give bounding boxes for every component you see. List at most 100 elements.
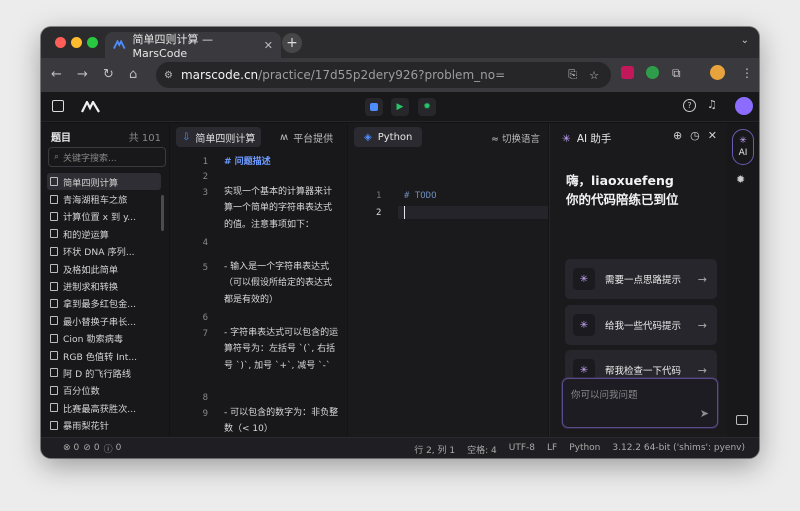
document-icon xyxy=(50,229,58,239)
description-text: 实现一个基本的计算器来计算一个简单的字符串表达式的值。注意事项如下： xyxy=(224,187,333,230)
minimize-window-button[interactable] xyxy=(71,37,82,48)
problem-list-item[interactable]: 拿到最多红包金... xyxy=(47,295,161,312)
browser-tab[interactable]: 简单四则计算 — MarsCode ✕ xyxy=(105,32,281,60)
ai-sparkle-icon: ✳ xyxy=(562,132,571,145)
switch-language-button[interactable]: ≈ 切换语言 xyxy=(491,131,540,145)
debug-bug-icon[interactable]: ✹ xyxy=(418,98,436,116)
line-number: 7 xyxy=(202,329,208,339)
problem-list-item[interactable]: 简单四则计算 xyxy=(47,173,161,191)
document-icon xyxy=(50,264,58,274)
close-window-button[interactable] xyxy=(55,37,66,48)
ai-question-input[interactable]: 你可以问我问题 ➤ xyxy=(562,378,718,428)
problem-list-item[interactable]: 阿 D 的飞行路线 xyxy=(47,364,161,381)
line-number: 9 xyxy=(202,409,208,419)
profile-avatar-icon[interactable] xyxy=(710,65,725,80)
problem-list-item[interactable]: 计算位置 x 到 y... xyxy=(47,208,161,225)
arrow-right-icon: → xyxy=(697,272,707,286)
address-bar[interactable]: ⚙ marscode.cn/practice/17d55p2dery926?pr… xyxy=(156,62,611,88)
line-number: 4 xyxy=(202,238,208,248)
description-tabs: ⇩ 简单四则计算 ʍ 平台提供 xyxy=(170,123,347,149)
close-icon[interactable]: ✕ xyxy=(708,129,717,142)
encoding[interactable]: UTF-8 xyxy=(509,443,535,456)
document-icon xyxy=(50,333,58,343)
help-icon[interactable]: ? xyxy=(683,99,696,112)
tab-problem[interactable]: ⇩ 简单四则计算 xyxy=(176,127,262,147)
marscode-logo-icon xyxy=(113,40,126,49)
send-icon[interactable]: ➤ xyxy=(700,407,709,420)
sparkle-icon: ✳ xyxy=(573,314,595,336)
warning-icon[interactable]: ⊘ xyxy=(83,443,91,453)
arrow-right-icon: → xyxy=(697,318,707,332)
download-arrow-icon: ⇩ xyxy=(182,131,191,143)
app-header: ▶ ✹ ? ♫ xyxy=(41,92,759,122)
code-editor[interactable] xyxy=(348,151,548,437)
tab-platform[interactable]: ʍ 平台提供 xyxy=(274,127,339,147)
tab-list-chevron-icon[interactable]: ⌄ xyxy=(741,35,749,46)
extensions-puzzle-icon[interactable]: ⧉ xyxy=(672,66,681,81)
language-mode[interactable]: Python xyxy=(569,443,600,456)
hint-code-button[interactable]: ✳ 给我一些代码提示 → xyxy=(565,305,717,345)
panel-layout-icon[interactable] xyxy=(736,415,748,425)
extension-download-icon[interactable] xyxy=(646,66,659,79)
bookmark-star-icon[interactable]: ☆ xyxy=(589,69,599,82)
debug-bug-icon[interactable]: ✹ xyxy=(736,173,745,186)
history-icon[interactable]: ◷ xyxy=(690,129,700,142)
cursor-position[interactable]: 行 2, 列 1 xyxy=(414,443,455,456)
problem-list-item[interactable]: RGB 色值转 Int... xyxy=(47,347,161,364)
close-tab-icon[interactable]: ✕ xyxy=(264,39,273,52)
ai-assistant-toggle[interactable]: ✳ AI xyxy=(732,129,754,165)
toggle-sidebar-icon[interactable] xyxy=(52,100,64,112)
marscode-logo-icon xyxy=(81,101,100,113)
problem-list-item[interactable]: 青海湖租车之旅 xyxy=(47,190,161,207)
problem-list-item[interactable]: 暴雨梨花针 xyxy=(47,416,161,433)
description-text: - 输入是一个字符串表达式（可以假设所给定的表达式都是有效的） xyxy=(224,262,333,305)
url-host: marscode.cn xyxy=(180,68,259,82)
line-ending[interactable]: LF xyxy=(547,443,557,456)
new-tab-button[interactable]: + xyxy=(282,33,302,53)
problem-list-item[interactable]: 百分位数 xyxy=(47,382,161,399)
problem-list-item[interactable]: Cion 勒索病毒 xyxy=(47,330,161,347)
problem-list-item[interactable]: 及格如此简单 xyxy=(47,260,161,277)
problem-list-item[interactable]: 进制求和转换 xyxy=(47,277,161,294)
new-chat-icon[interactable]: ⊕ xyxy=(673,129,682,142)
status-bar-right: 行 2, 列 1 空格: 4 UTF-8 LF Python 3.12.2 64… xyxy=(414,443,745,456)
search-placeholder: 关键字搜索... xyxy=(63,153,117,164)
code-editor-panel: ◈ Python ≈ 切换语言 1 # TODO 2 xyxy=(348,123,548,437)
user-avatar[interactable] xyxy=(735,97,753,115)
browser-menu-icon[interactable]: ⋮ xyxy=(741,66,753,80)
indentation[interactable]: 空格: 4 xyxy=(467,443,497,456)
tab-language[interactable]: ◈ Python xyxy=(354,127,423,147)
description-text: - 可以包含的数字为：非负整数（< 10） xyxy=(224,408,339,435)
problem-search-input[interactable]: ⌕ 关键字搜索... xyxy=(48,147,166,167)
code-icon: ◈ xyxy=(364,131,372,143)
sparkle-icon: ✳ xyxy=(573,268,595,290)
ai-input-placeholder: 你可以问我问题 xyxy=(571,390,638,401)
python-interpreter[interactable]: 3.12.2 64-bit ('shims': pyenv) xyxy=(612,443,745,456)
run-icon[interactable]: ▶ xyxy=(391,98,409,116)
problem-description-panel: ⇩ 简单四则计算 ʍ 平台提供 1 # 问题描述 2 3 实现一个基本的计算器来… xyxy=(170,123,347,437)
zoom-window-button[interactable] xyxy=(87,37,98,48)
ai-header-actions: ⊕ ◷ ✕ xyxy=(673,129,717,142)
error-icon[interactable]: ⊗ xyxy=(63,443,71,453)
ai-sparkle-icon: ✳ xyxy=(739,136,747,146)
home-icon[interactable]: ⌂ xyxy=(129,67,137,83)
extension-translate-icon[interactable] xyxy=(621,66,634,79)
line-number: 6 xyxy=(202,313,208,323)
problem-list-item[interactable]: 最小替换子串长... xyxy=(47,312,161,329)
hint-idea-button[interactable]: ✳ 需要一点思路提示 → xyxy=(565,259,717,299)
submit-icon[interactable] xyxy=(365,98,383,116)
back-icon[interactable]: ← xyxy=(51,67,62,83)
ai-panel-header: ✳ AI 助手 xyxy=(562,131,611,146)
problem-list-item[interactable]: 环状 DNA 序列... xyxy=(47,243,161,260)
status-bar: ⊗ 0 ⊘ 0 ⓘ 0 行 2, 列 1 空格: 4 UTF-8 LF Pyth… xyxy=(41,437,759,458)
problem-list-scrollbar[interactable] xyxy=(161,195,164,231)
ai-assistant-panel: ✳ AI 助手 ⊕ ◷ ✕ 嗨，liaoxuefeng 你的代码陪练已到位 ✳ … xyxy=(549,123,727,437)
info-icon[interactable]: ⓘ xyxy=(104,442,113,455)
forward-icon[interactable]: → xyxy=(77,67,88,83)
reload-icon[interactable]: ↻ xyxy=(103,67,114,83)
install-app-icon[interactable]: ⎘ xyxy=(568,68,577,82)
problem-list-item[interactable]: 和的逆运算 xyxy=(47,225,161,242)
problem-list-item[interactable]: 比赛最高获胜次... xyxy=(47,399,161,416)
site-info-icon[interactable]: ⚙ xyxy=(164,70,173,81)
notification-bell-icon[interactable]: ♫ xyxy=(707,98,717,111)
